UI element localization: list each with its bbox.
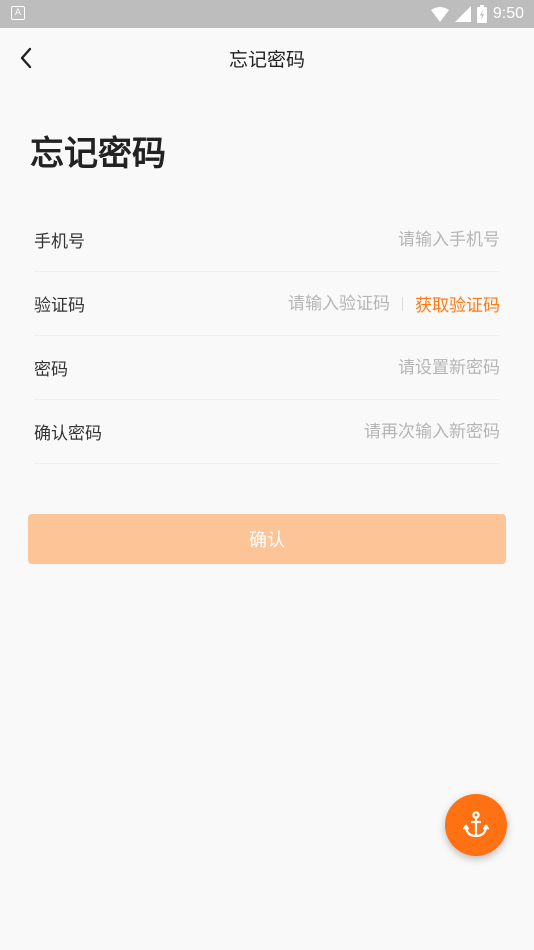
reset-password-form: 手机号 验证码 获取验证码 密码 确认密码: [34, 208, 500, 464]
navigation-bar: 忘记密码: [0, 28, 534, 88]
code-row: 验证码 获取验证码: [34, 272, 500, 336]
get-code-button[interactable]: 获取验证码: [415, 291, 500, 316]
confirm-password-label: 确认密码: [34, 424, 102, 444]
status-bar: A 9:50: [0, 0, 534, 28]
wifi-icon: [430, 6, 449, 22]
confirm-password-row: 确认密码: [34, 400, 500, 464]
confirm-button[interactable]: 确认: [28, 514, 506, 564]
code-input[interactable]: [85, 293, 390, 314]
confirm-password-input[interactable]: [102, 421, 500, 442]
status-time: 9:50: [492, 5, 524, 22]
phone-input[interactable]: [85, 229, 500, 250]
password-input[interactable]: [68, 357, 500, 378]
battery-icon: [476, 5, 487, 23]
phone-row: 手机号: [34, 208, 500, 272]
password-row: 密码: [34, 336, 500, 400]
page-title: 忘记密码: [30, 134, 166, 174]
floating-action-button[interactable]: [445, 794, 507, 856]
status-icons: 9:50: [430, 0, 524, 28]
code-divider: [402, 296, 403, 311]
anchor-icon: [463, 811, 489, 838]
signal-icon: [454, 6, 471, 22]
nav-title: 忘记密码: [228, 49, 305, 71]
code-label: 验证码: [34, 296, 85, 316]
password-label: 密码: [34, 360, 68, 380]
app-notification-icon: A: [11, 6, 25, 20]
phone-label: 手机号: [34, 232, 85, 252]
